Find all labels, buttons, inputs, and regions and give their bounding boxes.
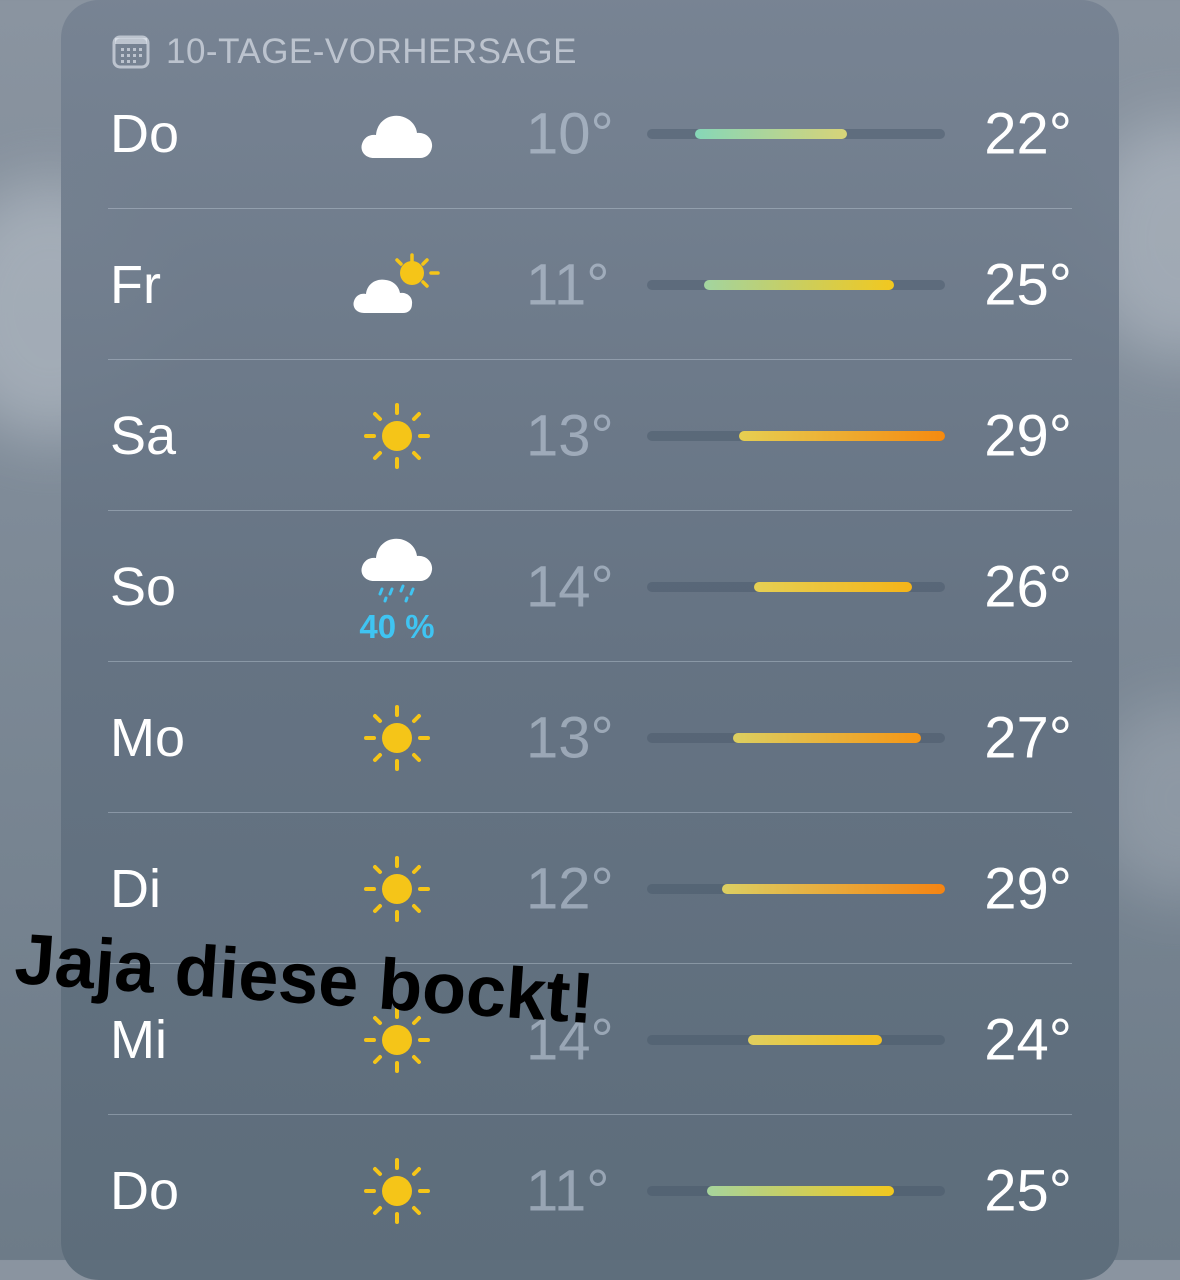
day-label: So: [110, 556, 177, 617]
high-temp: 29°: [984, 856, 1072, 921]
temp-range-bar: [733, 732, 922, 743]
high-temp: 25°: [984, 252, 1072, 317]
temp-range-track: [647, 279, 945, 290]
sun-icon: [356, 1115, 438, 1266]
day-label: Mi: [110, 1009, 167, 1070]
temp-range-bar: [754, 581, 913, 592]
temp-range-track: [647, 732, 945, 743]
cloud-icon: [356, 58, 438, 209]
day-label: Do: [110, 103, 180, 164]
sun-icon: [356, 662, 438, 813]
partly-sunny-icon: [353, 209, 440, 360]
temp-range-bar: [694, 128, 847, 139]
precip-chance: 40 %: [359, 608, 435, 645]
low-temp: 10°: [526, 101, 614, 166]
low-temp: 13°: [526, 705, 614, 770]
low-temp: 14°: [526, 554, 614, 619]
forecast-row[interactable]: Do 10° 22°: [108, 58, 1072, 209]
forecast-row[interactable]: Mo 13° 27°: [108, 662, 1072, 813]
high-temp: 29°: [984, 403, 1072, 468]
temp-range-track: [647, 883, 945, 894]
day-label: Do: [110, 1160, 180, 1221]
low-temp: 11°: [526, 252, 610, 317]
day-label: Fr: [110, 254, 161, 315]
temp-range-track: [647, 430, 945, 441]
day-label: Sa: [110, 405, 177, 466]
temp-range-bar: [703, 279, 895, 290]
low-temp: 11°: [526, 1158, 610, 1223]
high-temp: 22°: [984, 101, 1072, 166]
rain-icon: 40 %: [356, 511, 438, 662]
forecast-row[interactable]: So 40 % 14° 26°: [108, 511, 1072, 662]
sun-icon: [356, 813, 438, 964]
temp-range-track: [647, 128, 945, 139]
temp-range-bar: [739, 430, 945, 441]
day-label: Mo: [110, 707, 186, 768]
high-temp: 24°: [984, 1007, 1072, 1072]
high-temp: 26°: [984, 554, 1072, 619]
temp-range-track: [647, 581, 945, 592]
temp-range-track: [647, 1185, 945, 1196]
day-label: Di: [110, 858, 161, 919]
low-temp: 12°: [526, 856, 614, 921]
temp-range-bar: [748, 1034, 883, 1045]
high-temp: 25°: [984, 1158, 1072, 1223]
high-temp: 27°: [984, 705, 1072, 770]
forecast-row[interactable]: Fr 11° 25°: [108, 209, 1072, 360]
temp-range-bar: [706, 1185, 895, 1196]
sun-icon: [356, 360, 438, 511]
temp-range-bar: [721, 883, 945, 894]
forecast-row[interactable]: Sa 13° 29°: [108, 360, 1072, 511]
forecast-row[interactable]: Do 11° 25°: [108, 1115, 1072, 1266]
low-temp: 13°: [526, 403, 614, 468]
temp-range-track: [647, 1034, 945, 1045]
